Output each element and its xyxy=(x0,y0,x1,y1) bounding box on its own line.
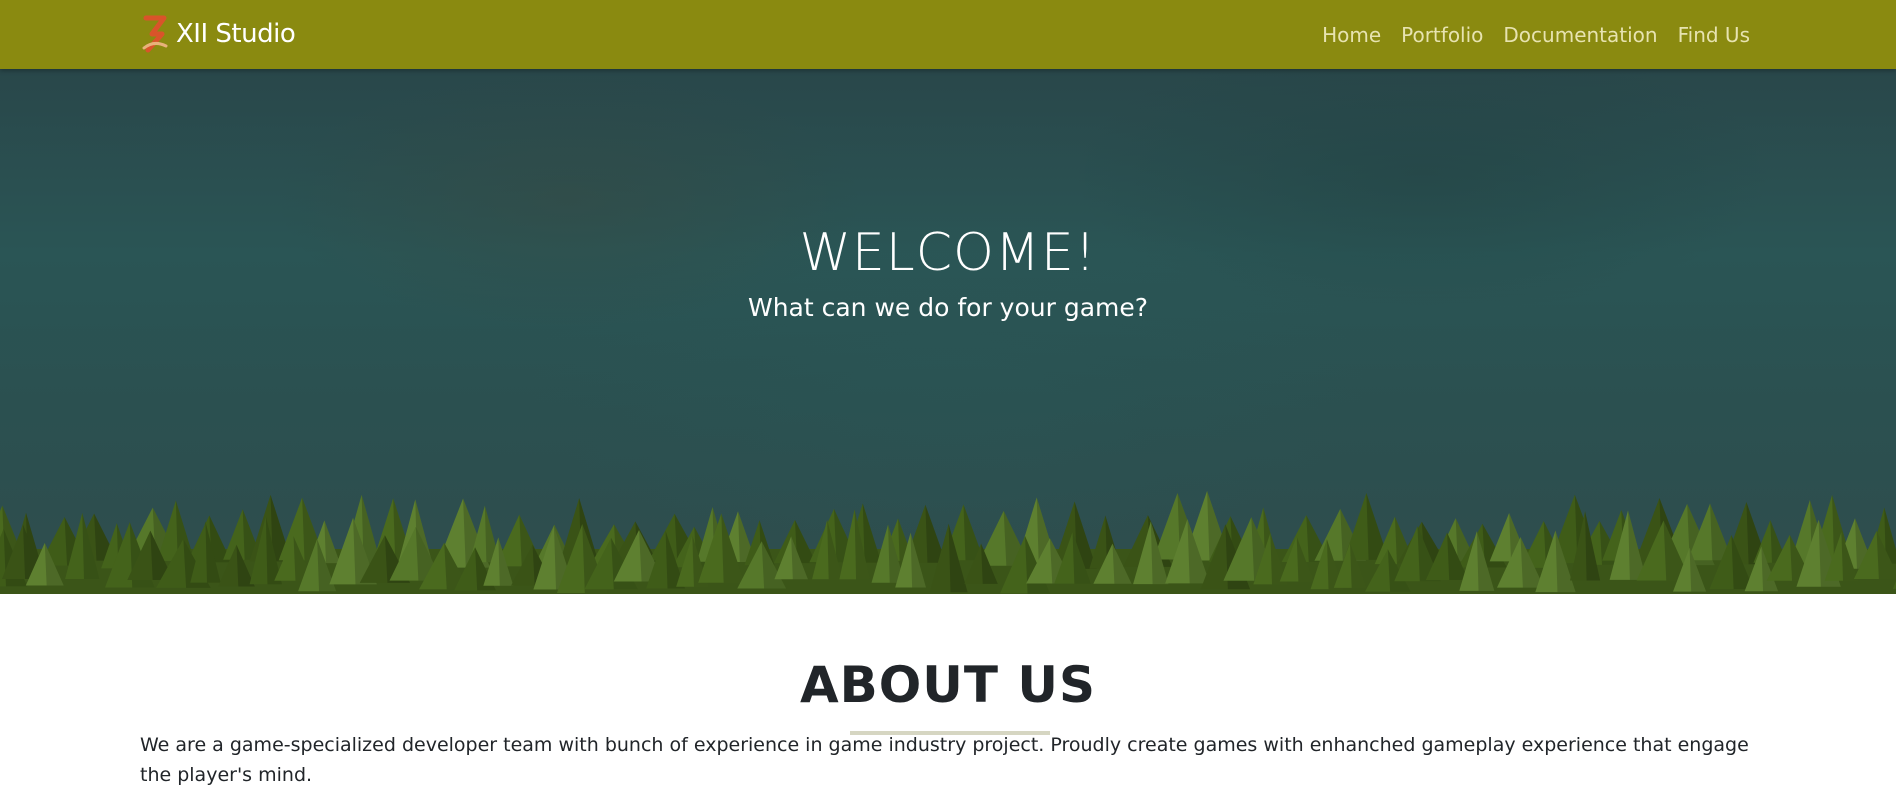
about-description: We are a game-specialized developer team… xyxy=(140,734,1749,786)
brand-name: XII Studio xyxy=(176,19,296,49)
nav-link-find-us[interactable]: Find Us xyxy=(1678,23,1750,47)
main-nav: Home Portfolio Documentation Find Us xyxy=(1322,0,1750,69)
hero-subtitle: What can we do for your game? xyxy=(747,293,1149,322)
xii-studio-logo-icon xyxy=(142,15,168,53)
nav-link-portfolio[interactable]: Portfolio xyxy=(1401,23,1483,47)
hero-banner: WELCOME! What can we do for your game? xyxy=(0,69,1896,594)
nav-link-documentation[interactable]: Documentation xyxy=(1503,23,1657,47)
nav-link-home[interactable]: Home xyxy=(1322,23,1381,47)
about-title: ABOUT US xyxy=(799,656,1097,714)
hero-title: WELCOME! xyxy=(799,223,1097,283)
brand-link[interactable]: XII Studio xyxy=(140,12,296,56)
forest-illustration xyxy=(0,490,1896,594)
top-navbar: XII Studio Home Portfolio Documentation … xyxy=(0,0,1896,69)
about-section: ABOUT US We are a game-specialized devel… xyxy=(0,594,1896,793)
